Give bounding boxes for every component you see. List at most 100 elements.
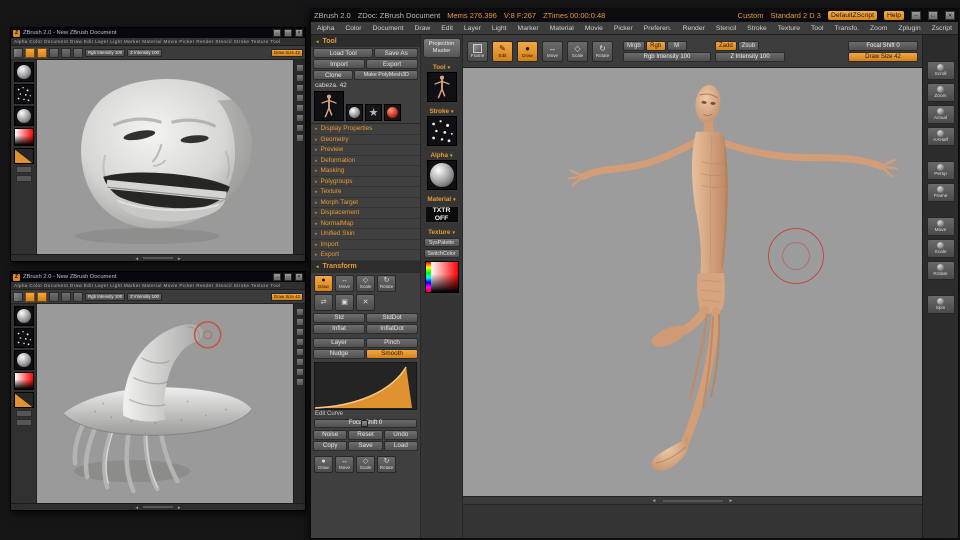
- right-shelf-button[interactable]: AAHalf: [927, 127, 955, 146]
- menu-items[interactable]: Alpha Color Document Draw Edit Layer Lig…: [14, 283, 280, 288]
- right-shelf-button[interactable]: Spin: [927, 295, 955, 314]
- title-bar[interactable]: ZBrush 2.0 - New ZBrush Document: [11, 28, 305, 38]
- menu-item[interactable]: Alpha: [317, 25, 334, 32]
- rotate-button[interactable]: [73, 292, 83, 302]
- menu-item[interactable]: Tool: [811, 25, 823, 32]
- z-intensity-slider[interactable]: Z Intensity 100: [127, 49, 162, 57]
- shelf-button[interactable]: [296, 348, 304, 356]
- color-picker[interactable]: [425, 261, 459, 293]
- rgb-intensity-slider[interactable]: Rgb Intensity 100: [85, 49, 125, 57]
- shelf-button[interactable]: [296, 104, 304, 112]
- close-button[interactable]: [945, 11, 955, 20]
- layer-brush-button[interactable]: Layer: [313, 338, 365, 348]
- stroke-thumbnail[interactable]: [14, 328, 34, 348]
- rgb-button[interactable]: Rgb: [646, 41, 666, 51]
- right-shelf-button[interactable]: Move: [927, 217, 955, 236]
- minimize-button[interactable]: [273, 29, 281, 37]
- rgb-intensity-slider[interactable]: Rgb Intensity 100: [85, 293, 125, 301]
- shelf-button[interactable]: [296, 308, 304, 316]
- canvas[interactable]: [37, 304, 293, 503]
- frame-button[interactable]: Frame: [467, 41, 488, 62]
- draw-size-slider[interactable]: Draw Size 42: [848, 52, 918, 62]
- frame-icon[interactable]: [13, 48, 23, 58]
- tool-preset-star[interactable]: [365, 104, 382, 121]
- tool-preset-red-sphere[interactable]: [384, 104, 401, 121]
- undo-button[interactable]: Undo: [384, 430, 418, 440]
- stroke-thumbnail[interactable]: [14, 84, 34, 104]
- shelf-button[interactable]: [296, 84, 304, 92]
- scale-button[interactable]: [61, 292, 71, 302]
- saturation-value-square[interactable]: [431, 262, 458, 292]
- texture-shelf-label[interactable]: Texture: [428, 229, 455, 236]
- scale-button[interactable]: ◇Scale: [567, 41, 588, 62]
- subpalette-row[interactable]: Geometry: [311, 135, 420, 146]
- shelf-button[interactable]: [296, 94, 304, 102]
- horizontal-scrollbar[interactable]: [463, 496, 922, 504]
- title-bar[interactable]: ZBrush 2.0 - New ZBrush Document: [11, 272, 305, 282]
- smooth-brush-button[interactable]: Smooth: [366, 349, 418, 359]
- rotate-button[interactable]: ↻Rotate: [592, 41, 613, 62]
- shelf-button[interactable]: [296, 358, 304, 366]
- inflatdot-brush-button[interactable]: InflatDot: [366, 324, 418, 334]
- focal-shift-slider[interactable]: Focal Shift 0: [848, 41, 918, 51]
- curve-editor-thumb[interactable]: [14, 392, 34, 408]
- maximize-button[interactable]: [284, 273, 292, 281]
- menu-item[interactable]: Transfo.: [834, 25, 859, 32]
- scrollbar[interactable]: [11, 503, 305, 510]
- tool-preset-sphere[interactable]: [346, 104, 363, 121]
- close-button[interactable]: [295, 29, 303, 37]
- menu-item[interactable]: Stroke: [747, 25, 767, 32]
- menu-item[interactable]: Movie: [585, 25, 603, 32]
- transform-palette-header[interactable]: Transform: [311, 261, 420, 273]
- curve-editor-thumb[interactable]: [14, 148, 34, 164]
- right-shelf-button[interactable]: Frame: [927, 183, 955, 202]
- material-thumbnail[interactable]: [427, 160, 457, 190]
- move-button[interactable]: [49, 292, 59, 302]
- camera-button[interactable]: ▣: [335, 294, 354, 311]
- menu-item[interactable]: Render: [683, 25, 705, 32]
- stroke-thumbnail[interactable]: [427, 116, 457, 146]
- shelf-button[interactable]: [16, 410, 32, 417]
- subpalette-row[interactable]: Texture: [311, 187, 420, 198]
- maximize-button[interactable]: [284, 29, 292, 37]
- save-button[interactable]: Save: [348, 441, 382, 451]
- subpalette-row[interactable]: Export: [311, 250, 420, 261]
- collapse-arrow-icon[interactable]: [315, 263, 319, 270]
- move-button[interactable]: [49, 48, 59, 58]
- scale-button[interactable]: [61, 48, 71, 58]
- import-button[interactable]: Import: [313, 59, 365, 69]
- scroll-right-icon[interactable]: [729, 498, 734, 504]
- gyro-draw-button[interactable]: ●Draw: [314, 456, 333, 473]
- draw-button[interactable]: [37, 48, 47, 58]
- minimize-button[interactable]: [911, 11, 921, 20]
- scroll-left-icon[interactable]: [135, 256, 139, 261]
- copy-button[interactable]: Copy: [313, 441, 347, 451]
- zsub-button[interactable]: Zsub: [738, 41, 759, 51]
- tool-thumbnail[interactable]: [14, 306, 34, 326]
- menu-item[interactable]: Color: [345, 25, 361, 32]
- menu-items[interactable]: Alpha Color Document Draw Edit Layer Lig…: [14, 39, 280, 44]
- subpalette-row[interactable]: Polygroups: [311, 177, 420, 188]
- menu-item[interactable]: Preferen.: [644, 25, 672, 32]
- menu-bar[interactable]: Alpha Color Document Draw Edit Layer Lig…: [11, 282, 305, 290]
- texture-off-button[interactable]: TXTR OFF: [425, 206, 459, 223]
- stddot-brush-button[interactable]: StdDot: [366, 313, 418, 323]
- menu-item[interactable]: Edit: [441, 25, 453, 32]
- gyro-scale-button[interactable]: ◇Scale: [356, 456, 375, 473]
- menu-item[interactable]: Zplugin: [898, 25, 920, 32]
- material-thumbnail[interactable]: [14, 106, 34, 126]
- reset-button[interactable]: Reset: [348, 430, 382, 440]
- m-button[interactable]: M: [667, 41, 687, 51]
- syspalette-button[interactable]: SysPalette: [424, 238, 460, 247]
- collapse-arrow-icon[interactable]: [315, 38, 319, 45]
- stroke-shelf-label[interactable]: Stroke: [429, 108, 453, 115]
- shelf-button[interactable]: [296, 328, 304, 336]
- gyro-move-button[interactable]: ↔Move: [335, 456, 354, 473]
- edit-button[interactable]: [25, 48, 35, 58]
- scroll-right-icon[interactable]: [177, 256, 181, 261]
- head-sculpt-model[interactable]: [37, 60, 293, 254]
- menu-item[interactable]: Light: [492, 25, 507, 32]
- export-button[interactable]: Export: [366, 59, 418, 69]
- subpalette-row[interactable]: Deformation: [311, 156, 420, 167]
- shelf-button[interactable]: [296, 74, 304, 82]
